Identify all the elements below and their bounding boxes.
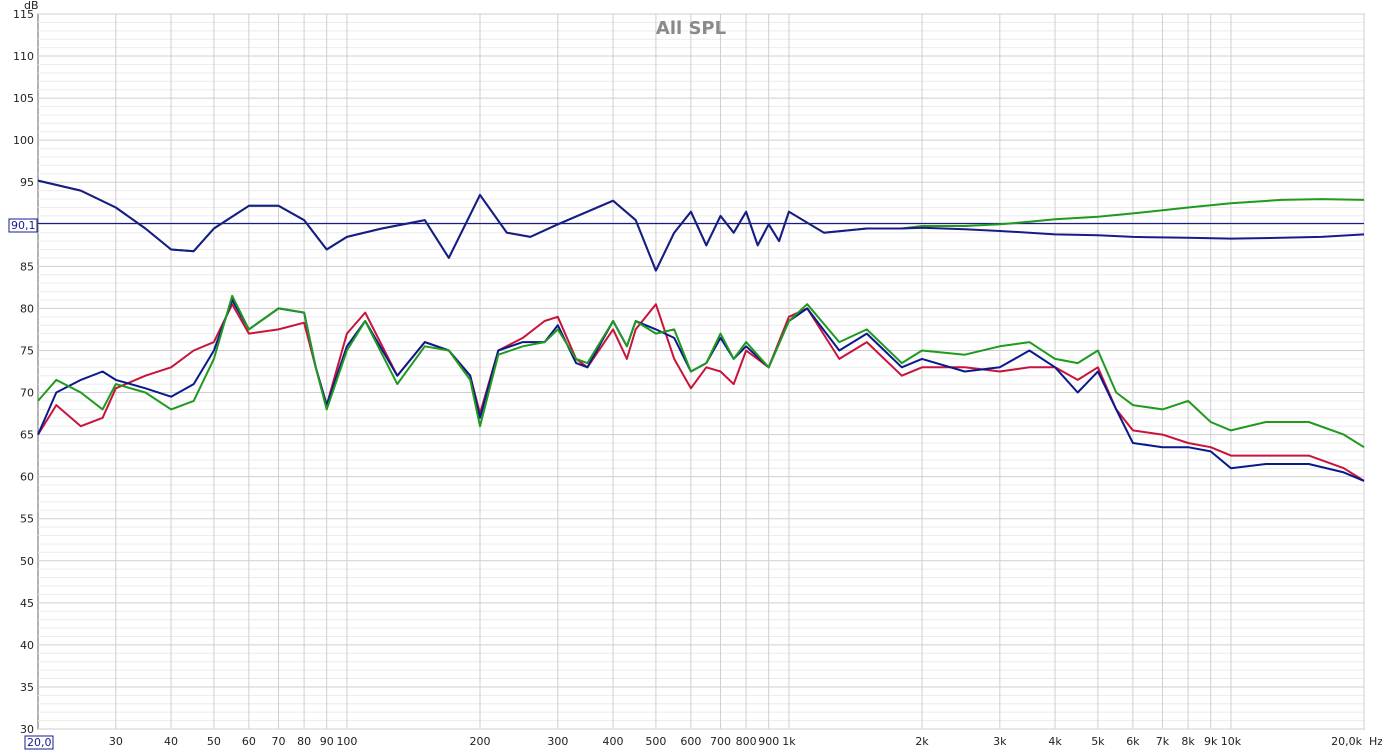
x-tick-label: 200 (470, 735, 491, 748)
x-tick-label: 70 (271, 735, 285, 748)
y-tick-label: 45 (20, 597, 34, 610)
x-tick-label: 90 (320, 735, 334, 748)
y-tick-label: 30 (20, 723, 34, 736)
y-tick-label: 55 (20, 513, 34, 526)
x-tick-label: 40 (164, 735, 178, 748)
y-tick-label: 110 (13, 50, 34, 63)
y-tick-label: 80 (20, 302, 34, 315)
x-tick-label: 6k (1126, 735, 1140, 748)
spl-chart: 1151101051009590858075706560555045403530… (8, 0, 1382, 750)
y-tick-label: 40 (20, 639, 34, 652)
y-tick-label: 60 (20, 471, 34, 484)
x-tick-label: 4k (1048, 735, 1062, 748)
y-tick-label: 100 (13, 134, 34, 147)
x-tick-label: 8k (1181, 735, 1195, 748)
x-tick-label: 1k (782, 735, 796, 748)
x-tick-label: 20,0k (1331, 735, 1362, 748)
y-tick-label: 65 (20, 429, 34, 442)
x-tick-label: 9k (1204, 735, 1218, 748)
y-tick-label: 70 (20, 387, 34, 400)
svg-text:20,0: 20,0 (27, 736, 52, 749)
svg-text:90,1: 90,1 (11, 219, 36, 232)
x-tick-label: 10k (1221, 735, 1242, 748)
x-tick-label: 2k (915, 735, 929, 748)
y-axis-unit: dB (24, 0, 39, 12)
y-axis-ticks: 1151101051009590858075706560555045403530 (13, 8, 34, 736)
y-tick-label: 85 (20, 260, 34, 273)
x-tick-label: 7k (1156, 735, 1170, 748)
x-tick-label: 30 (109, 735, 123, 748)
x-axis-unit: Hz (1369, 735, 1382, 748)
y-tick-label: 95 (20, 176, 34, 189)
x-tick-label: 300 (547, 735, 568, 748)
x-axis-ticks: 30 40 50 60 70 80 90 100 200 300 400 500 600 700 800 90… (109, 735, 1363, 748)
x-start-readout: 20,0 (24, 735, 54, 750)
x-tick-label: 700 (710, 735, 731, 748)
x-tick-label: 400 (603, 735, 624, 748)
x-tick-label: 3k (993, 735, 1007, 748)
y-tick-label: 35 (20, 681, 34, 694)
x-tick-label: 5k (1091, 735, 1105, 748)
x-tick-label: 900 (758, 735, 779, 748)
cursor-readout: 90,1 (8, 218, 38, 233)
y-tick-label: 75 (20, 344, 34, 357)
x-tick-label: 600 (680, 735, 701, 748)
y-tick-label: 50 (20, 555, 34, 568)
chart-title: All SPL (656, 18, 726, 39)
x-tick-label: 60 (242, 735, 256, 748)
plot-background (37, 13, 1365, 730)
x-tick-label: 800 (736, 735, 757, 748)
x-tick-label: 80 (297, 735, 311, 748)
y-tick-label: 105 (13, 92, 34, 105)
x-tick-label: 100 (336, 735, 357, 748)
x-tick-label: 500 (645, 735, 666, 748)
x-tick-label: 50 (207, 735, 221, 748)
